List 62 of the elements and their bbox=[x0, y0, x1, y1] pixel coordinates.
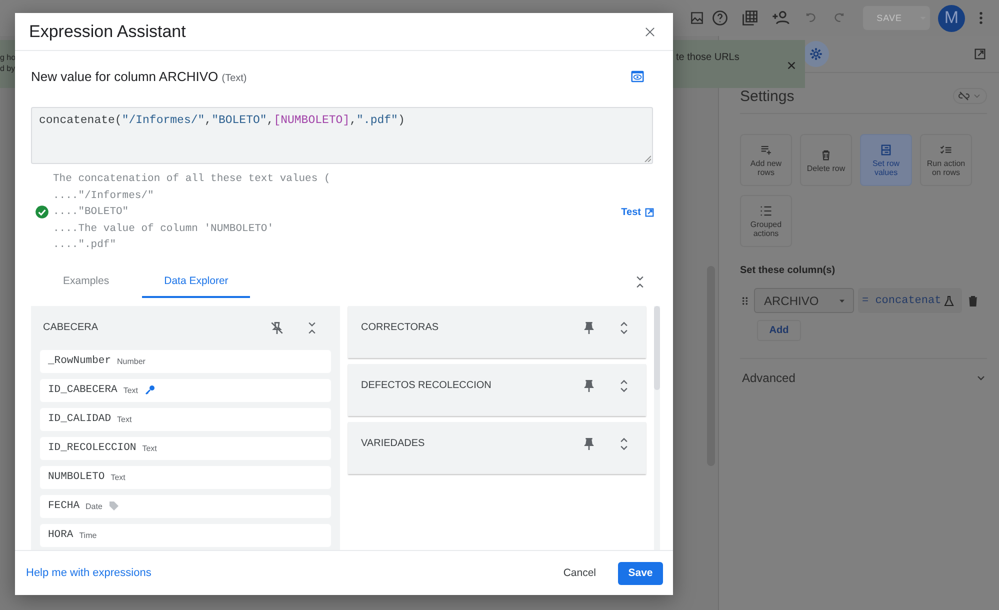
save-button[interactable]: Save bbox=[618, 562, 663, 584]
action-card[interactable]: Set row values bbox=[860, 134, 912, 186]
result-line: ....The value of column 'NUMBOLETO' bbox=[53, 222, 275, 236]
scrollbar-thumb[interactable] bbox=[654, 306, 660, 390]
help-icon[interactable] bbox=[710, 9, 729, 27]
trash-icon[interactable] bbox=[966, 294, 980, 308]
image-icon bbox=[688, 10, 705, 26]
open-external-icon[interactable] bbox=[973, 47, 987, 61]
tab[interactable]: Examples bbox=[41, 266, 142, 298]
close-icon[interactable] bbox=[786, 60, 797, 71]
action-card[interactable]: Run action on rows bbox=[920, 134, 972, 186]
column-item[interactable]: NUMBOLETO Text bbox=[40, 466, 331, 488]
table-name[interactable]: VARIEDADES bbox=[361, 438, 425, 449]
column-item[interactable]: FECHA Date bbox=[40, 494, 331, 518]
help-link[interactable]: Help me with expressions bbox=[26, 567, 550, 579]
expression-heading: New value for column ARCHIVO (Text) bbox=[31, 68, 247, 84]
dialog-title: Expression Assistant bbox=[29, 22, 186, 42]
column-dropdown[interactable]: ARCHIVO bbox=[754, 288, 854, 313]
action-card[interactable]: Delete row bbox=[800, 134, 852, 186]
tag-icon bbox=[108, 500, 120, 512]
formula-field[interactable]: = concatenat bbox=[858, 288, 962, 313]
list-icon bbox=[759, 204, 773, 218]
result-line: ...."BOLETO" bbox=[53, 205, 130, 220]
preview-icon[interactable] bbox=[630, 68, 645, 84]
open-external-icon bbox=[644, 206, 655, 218]
gear-icon[interactable] bbox=[809, 47, 823, 61]
banner-text: d by bbox=[0, 63, 16, 74]
add-rows-icon bbox=[759, 143, 773, 157]
cancel-button[interactable]: Cancel bbox=[549, 561, 610, 585]
add-button[interactable]: Add bbox=[757, 320, 801, 341]
avatar[interactable]: M bbox=[938, 4, 965, 32]
key-icon bbox=[144, 384, 156, 396]
test-link[interactable]: Test bbox=[621, 206, 655, 218]
tab[interactable]: Data Explorer bbox=[142, 266, 250, 298]
unpin-icon[interactable] bbox=[269, 320, 285, 336]
result-line: The concatenation of all these text values ( bbox=[53, 172, 332, 187]
expression-input[interactable]: concatenate("/Informes/","BOLETO",[NUMBOLETO],".pdf") bbox=[31, 107, 653, 164]
flask-icon bbox=[943, 294, 956, 306]
panel-title: Settings bbox=[740, 88, 794, 104]
table-name[interactable]: DEFECTOS RECOLECCION bbox=[361, 380, 492, 391]
column-item[interactable]: HORA Time bbox=[40, 524, 331, 546]
result-line: ....".pdf" bbox=[53, 238, 118, 253]
action-card[interactable]: Add new rows bbox=[740, 134, 792, 186]
banner-text: g ho bbox=[0, 52, 16, 63]
banner-text: te those URLs bbox=[676, 52, 740, 63]
advanced-section[interactable]: Advanced bbox=[742, 371, 796, 385]
visibility-dropdown[interactable] bbox=[953, 88, 987, 104]
grid-icon[interactable] bbox=[740, 9, 759, 27]
close-icon[interactable] bbox=[643, 24, 657, 38]
table-name[interactable]: CABECERA bbox=[43, 322, 98, 333]
column-item[interactable]: _RowNumber Number bbox=[40, 350, 331, 372]
table-name[interactable]: CORRECTORAS bbox=[361, 322, 439, 333]
check-icon bbox=[35, 205, 49, 220]
link-off-icon bbox=[958, 90, 970, 102]
resize-handle-icon[interactable] bbox=[643, 154, 651, 162]
column-item[interactable]: ID_CABECERA Text bbox=[40, 378, 331, 402]
section-label: Set these column(s) bbox=[740, 265, 836, 276]
column-item[interactable]: ID_CALIDAD Text bbox=[40, 408, 331, 430]
action-card[interactable]: Grouped actions bbox=[740, 195, 792, 247]
table-icon bbox=[879, 143, 893, 157]
column-item[interactable]: ID_RECOLECCION Text bbox=[40, 436, 331, 460]
result-line: ...."/Informes/" bbox=[53, 188, 155, 204]
